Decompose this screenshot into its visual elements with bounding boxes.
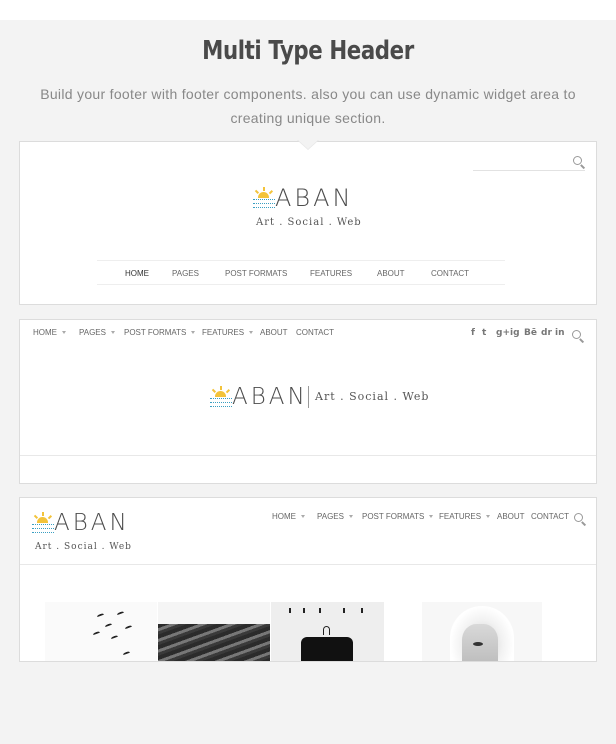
nav-home[interactable]: HOME bbox=[33, 328, 66, 337]
section-subtitle: Build your footer with footer components… bbox=[40, 86, 576, 126]
main-nav: HOME PAGES POST FORMATS FEATURES ABOUT C… bbox=[97, 260, 505, 285]
nav-features[interactable]: FEATURES bbox=[310, 269, 352, 278]
search-icon[interactable] bbox=[574, 513, 587, 526]
chevron-down-icon bbox=[486, 515, 491, 519]
nav-about[interactable]: ABOUT bbox=[377, 269, 405, 278]
nav-home[interactable]: HOME bbox=[125, 269, 149, 278]
logo-text: ABAN bbox=[54, 510, 130, 536]
facebook-icon[interactable]: f bbox=[471, 328, 475, 338]
tagline: Art . Social . Web bbox=[315, 390, 430, 403]
nav-home[interactable]: HOME bbox=[272, 512, 305, 521]
panel-notch-inner bbox=[298, 140, 318, 149]
nav-post-formats[interactable]: POST FORMATS bbox=[124, 328, 196, 337]
chevron-down-icon bbox=[62, 331, 66, 335]
search-field[interactable] bbox=[473, 155, 586, 171]
image-hanger[interactable] bbox=[271, 602, 384, 661]
image-roof[interactable] bbox=[158, 602, 270, 661]
header-preview-centered: ABAN Art . Social . Web HOME PAGES POST … bbox=[19, 141, 597, 305]
logo-divider bbox=[308, 386, 309, 408]
logo[interactable]: ABAN bbox=[253, 186, 354, 210]
logo[interactable]: ABAN bbox=[210, 386, 308, 409]
nav-post-formats[interactable]: POST FORMATS bbox=[362, 512, 434, 521]
dribbble-icon[interactable]: dr bbox=[541, 328, 552, 338]
nav-pages[interactable]: PAGES bbox=[317, 512, 353, 521]
section-title: Multi Type Header bbox=[202, 36, 414, 66]
image-birds[interactable] bbox=[45, 602, 157, 661]
nav-contact[interactable]: CONTACT bbox=[431, 269, 469, 278]
nav-pages[interactable]: PAGES bbox=[172, 269, 199, 278]
header-divider bbox=[20, 564, 596, 565]
search-icon[interactable] bbox=[573, 156, 586, 169]
chevron-down-icon bbox=[191, 331, 196, 335]
tagline: Art . Social . Web bbox=[35, 542, 132, 552]
logo-mark-icon bbox=[32, 512, 54, 535]
nav-about[interactable]: ABOUT bbox=[260, 328, 288, 337]
logo-mark-icon bbox=[210, 386, 232, 409]
nav-features[interactable]: FEATURES bbox=[202, 328, 254, 337]
search-icon[interactable] bbox=[572, 330, 585, 343]
nav-about[interactable]: ABOUT bbox=[497, 512, 525, 521]
chevron-down-icon bbox=[249, 331, 254, 335]
instagram-icon[interactable]: ig bbox=[510, 328, 520, 338]
linkedin-icon[interactable]: in bbox=[555, 328, 565, 338]
chevron-down-icon bbox=[348, 515, 353, 519]
tagline: Art . Social . Web bbox=[256, 217, 362, 228]
top-strip bbox=[0, 0, 616, 20]
nav-contact[interactable]: CONTACT bbox=[531, 512, 569, 521]
twitter-icon[interactable]: t bbox=[482, 328, 486, 338]
chevron-down-icon bbox=[301, 515, 305, 519]
google-plus-icon[interactable]: g+ bbox=[496, 328, 510, 338]
image-hood[interactable] bbox=[422, 602, 542, 661]
nav-divider bbox=[20, 455, 596, 456]
behance-icon[interactable]: Bē bbox=[524, 328, 537, 338]
logo-text: ABAN bbox=[232, 384, 308, 410]
logo[interactable]: ABAN bbox=[32, 512, 130, 535]
nav-features[interactable]: FEATURES bbox=[439, 512, 491, 521]
chevron-down-icon bbox=[429, 515, 434, 519]
chevron-down-icon bbox=[110, 331, 115, 335]
nav-pages[interactable]: PAGES bbox=[79, 328, 115, 337]
header-preview-topbar: HOME PAGES POST FORMATS FEATURES ABOUT C… bbox=[19, 319, 597, 484]
header-preview-left-logo: ABAN Art . Social . Web HOME PAGES POST … bbox=[19, 497, 597, 662]
nav-contact[interactable]: CONTACT bbox=[296, 328, 334, 337]
logo-mark-icon bbox=[253, 187, 275, 210]
nav-post-formats[interactable]: POST FORMATS bbox=[225, 269, 287, 278]
logo-text: ABAN bbox=[275, 184, 354, 212]
